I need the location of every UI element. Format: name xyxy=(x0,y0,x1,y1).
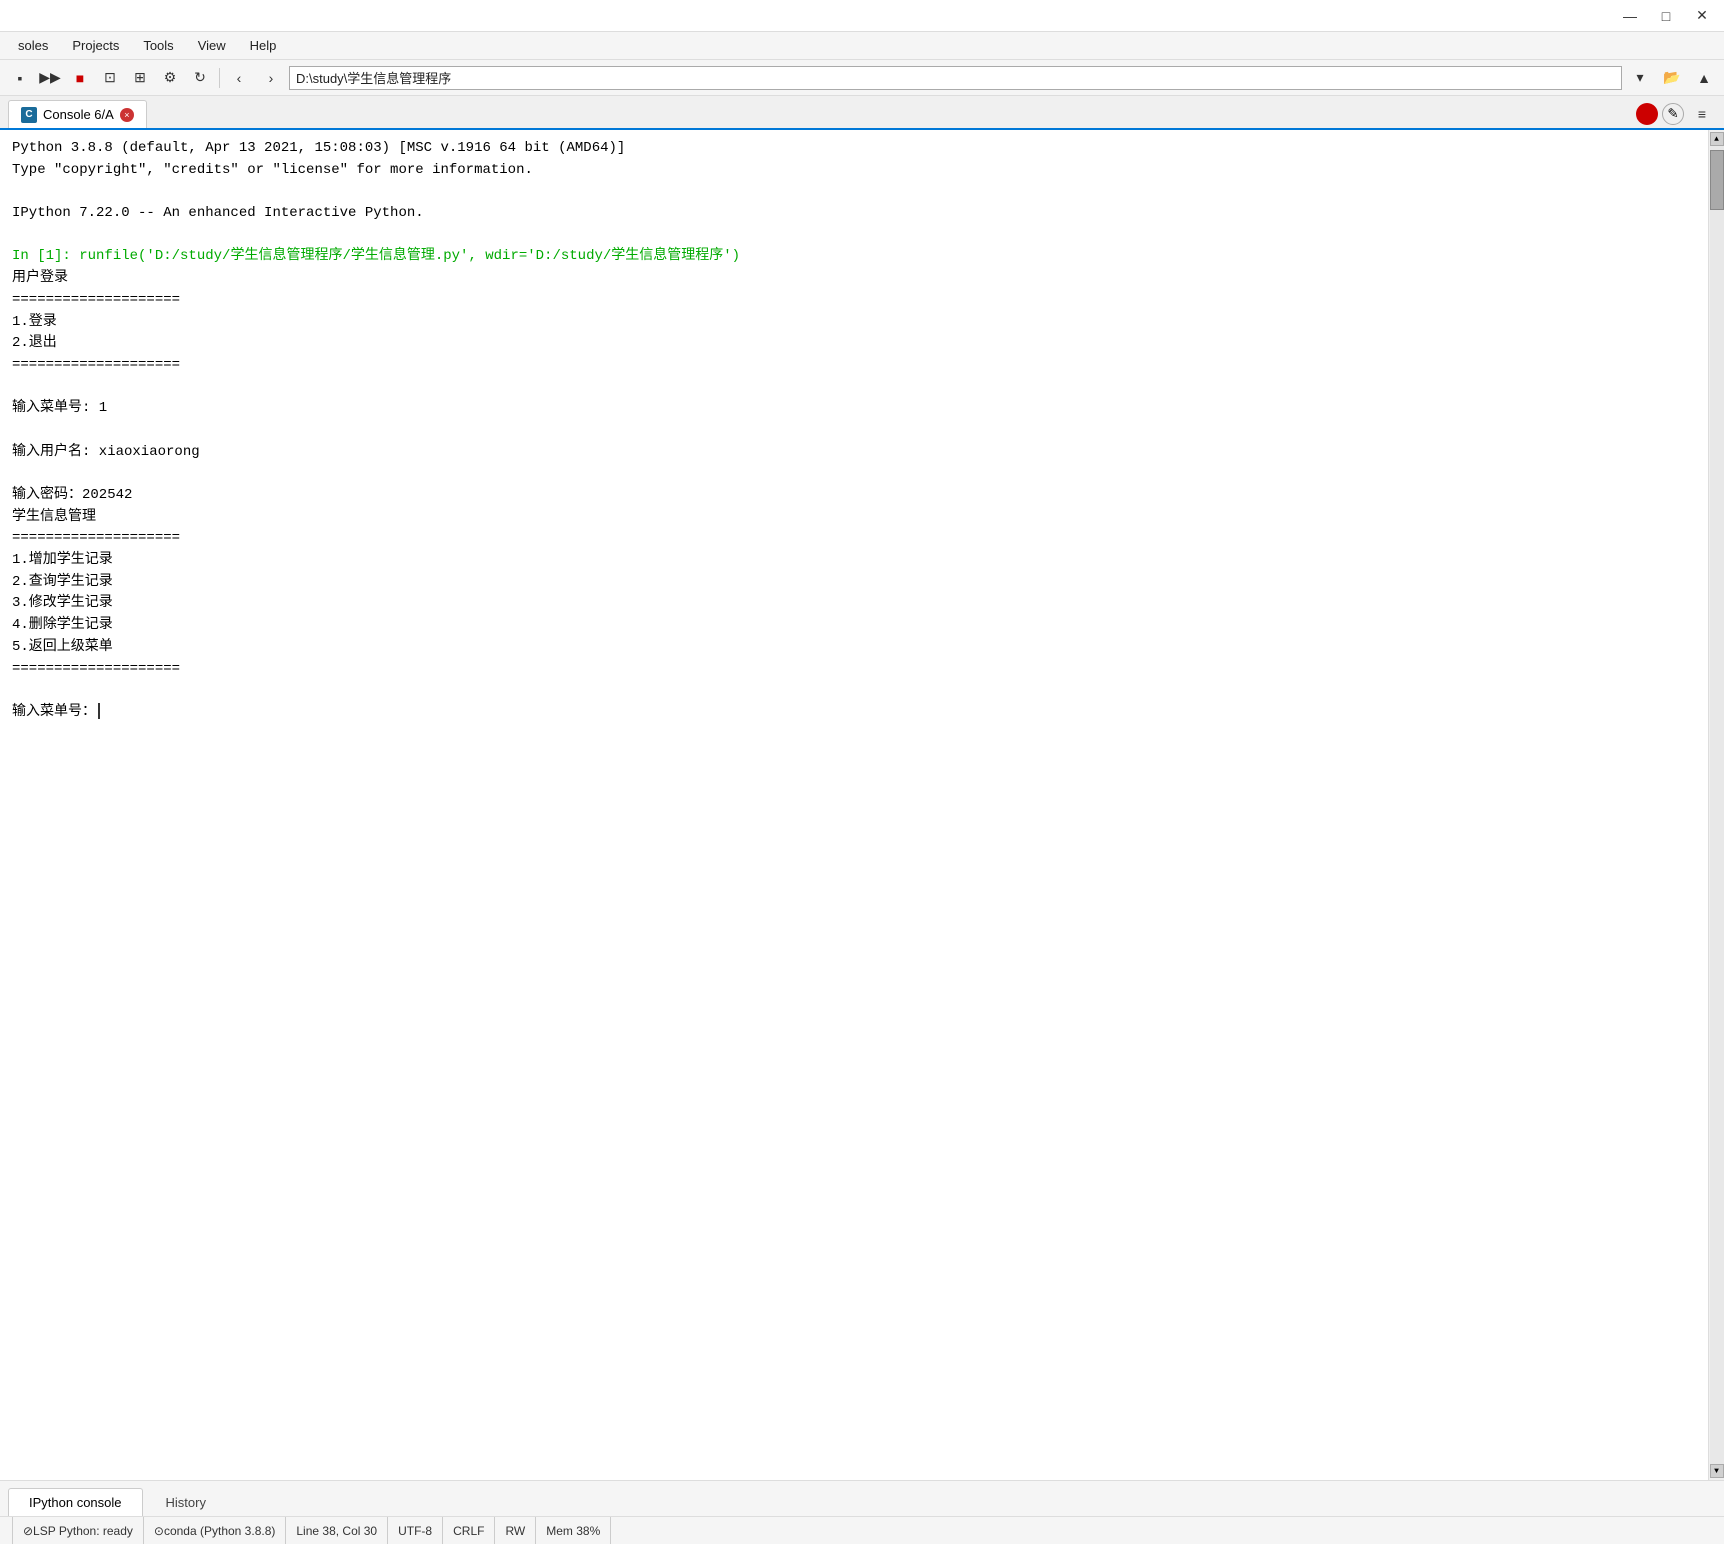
console-edit-button[interactable]: ✎ xyxy=(1662,103,1684,125)
blank-line-2 xyxy=(12,225,1696,247)
nav-dropdown-button[interactable]: ▾ xyxy=(1626,64,1654,92)
nav-back-button[interactable]: ‹ xyxy=(225,64,253,92)
output-menu-1: 1.登录 xyxy=(12,312,1696,334)
in-prompt-line: In [1]: runfile('D:/study/学生信息管理程序/学生信息管… xyxy=(12,246,1696,268)
console-area: Python 3.8.8 (default, Apr 13 2021, 15:0… xyxy=(0,130,1724,1480)
output-sep-3: ==================== xyxy=(12,528,1696,550)
output-mgmt-3: 3.修改学生记录 xyxy=(12,593,1696,615)
in-prompt: In [1]: xyxy=(12,246,79,268)
console-stop-button[interactable] xyxy=(1636,103,1658,125)
toolbar-btn-refresh[interactable]: ↻ xyxy=(186,64,214,92)
nav-up-button[interactable]: ▲ xyxy=(1690,64,1718,92)
blank-line-1 xyxy=(12,181,1696,203)
main-container: C Console 6/A × ✎ ≡ Python 3.8.8 (defaul… xyxy=(0,96,1724,1544)
tab-bar: C Console 6/A × ✎ ≡ xyxy=(0,96,1724,130)
toolbar-btn-settings[interactable]: ⚙ xyxy=(156,64,184,92)
output-input-pass: 输入密码：202542 xyxy=(12,485,1696,507)
status-mem: Mem 38% xyxy=(536,1517,611,1544)
output-mgmt-1: 1.增加学生记录 xyxy=(12,550,1696,572)
scroll-down-arrow[interactable]: ▼ xyxy=(1710,1464,1724,1478)
output-mgmt-4: 4.删除学生记录 xyxy=(12,615,1696,637)
output-input-user: 输入用户名: xiaoxiaorong xyxy=(12,442,1696,464)
menu-projects[interactable]: Projects xyxy=(62,36,129,55)
console-menu-button[interactable]: ≡ xyxy=(1688,100,1716,128)
status-line-col: Line 38, Col 30 xyxy=(286,1517,388,1544)
window-controls: — □ ✕ xyxy=(1616,4,1716,28)
toolbar-btn-save[interactable]: ⊡ xyxy=(96,64,124,92)
menu-tools[interactable]: Tools xyxy=(133,36,183,55)
status-line-ending: CRLF xyxy=(443,1517,495,1544)
menu-view[interactable]: View xyxy=(188,36,236,55)
output-mgmt-5: 5.返回上级菜单 xyxy=(12,637,1696,659)
output-menu-2: 2.退出 xyxy=(12,333,1696,355)
tab-close-button[interactable]: × xyxy=(120,108,134,122)
output-sep-1: ==================== xyxy=(12,290,1696,312)
scroll-up-arrow[interactable]: ▲ xyxy=(1710,132,1724,146)
bottom-tabs: IPython console History xyxy=(0,1480,1724,1516)
output-user-login: 用户登录 xyxy=(12,268,1696,290)
status-rw: RW xyxy=(495,1517,536,1544)
output-input-menu: 输入菜单号: 1 xyxy=(12,398,1696,420)
maximize-button[interactable]: □ xyxy=(1652,4,1680,28)
output-blank-3 xyxy=(12,463,1696,485)
status-encoding: UTF-8 xyxy=(388,1517,443,1544)
toolbar-separator xyxy=(219,68,220,88)
python-version-line: Python 3.8.8 (default, Apr 13 2021, 15:0… xyxy=(12,138,1696,160)
scroll-thumb[interactable] xyxy=(1710,150,1724,210)
tab-toolbar-right: ✎ ≡ xyxy=(1636,100,1716,128)
output-blank-2 xyxy=(12,420,1696,442)
status-bar: ⊘LSP Python: ready ⊙conda (Python 3.8.8)… xyxy=(0,1516,1724,1544)
menu-help[interactable]: Help xyxy=(240,36,287,55)
output-blank-1 xyxy=(12,377,1696,399)
status-lsp: ⊘LSP Python: ready xyxy=(12,1517,144,1544)
nav-forward-button[interactable]: › xyxy=(257,64,285,92)
python-info-line: Type "copyright", "credits" or "license"… xyxy=(12,160,1696,182)
console-tab[interactable]: C Console 6/A × xyxy=(8,100,147,128)
menu-bar: soles Projects Tools View Help xyxy=(0,32,1724,60)
menu-consoles[interactable]: soles xyxy=(8,36,58,55)
output-sep-2: ==================== xyxy=(12,355,1696,377)
tab-history[interactable]: History xyxy=(145,1488,227,1516)
run-command: runfile('D:/study/学生信息管理程序/学生信息管理.py', w… xyxy=(79,246,740,268)
close-button[interactable]: ✕ xyxy=(1688,4,1716,28)
nav-open-button[interactable]: 📂 xyxy=(1658,64,1686,92)
output-sep-4: ==================== xyxy=(12,659,1696,681)
output-student-mgmt: 学生信息管理 xyxy=(12,507,1696,529)
tab-label: Console 6/A xyxy=(43,107,114,122)
minimize-button[interactable]: — xyxy=(1616,4,1644,28)
title-bar: — □ ✕ xyxy=(0,0,1724,32)
scrollbar[interactable]: ▲ ▼ xyxy=(1708,130,1724,1480)
address-bar-container: ‹ › ▾ 📂 ▲ xyxy=(225,64,1718,92)
toolbar-btn-1[interactable]: ▪ xyxy=(6,64,34,92)
toolbar-btn-run[interactable]: ▶▶ xyxy=(36,64,64,92)
scroll-track[interactable] xyxy=(1710,146,1724,1464)
tab-icon: C xyxy=(21,107,37,123)
output-mgmt-2: 2.查询学生记录 xyxy=(12,572,1696,594)
toolbar: ▪ ▶▶ ■ ⊡ ⊞ ⚙ ↻ ‹ › ▾ 📂 ▲ xyxy=(0,60,1724,96)
address-bar-input[interactable] xyxy=(289,66,1622,90)
ipython-version-line: IPython 7.22.0 -- An enhanced Interactiv… xyxy=(12,203,1696,225)
toolbar-btn-stop[interactable]: ■ xyxy=(66,64,94,92)
output-input-menu2: 输入菜单号： xyxy=(12,702,1696,724)
output-blank-4 xyxy=(12,680,1696,702)
toolbar-btn-expand[interactable]: ⊞ xyxy=(126,64,154,92)
tab-ipython-console[interactable]: IPython console xyxy=(8,1488,143,1516)
status-conda: ⊙conda (Python 3.8.8) xyxy=(144,1517,286,1544)
console-content[interactable]: Python 3.8.8 (default, Apr 13 2021, 15:0… xyxy=(0,130,1708,1480)
